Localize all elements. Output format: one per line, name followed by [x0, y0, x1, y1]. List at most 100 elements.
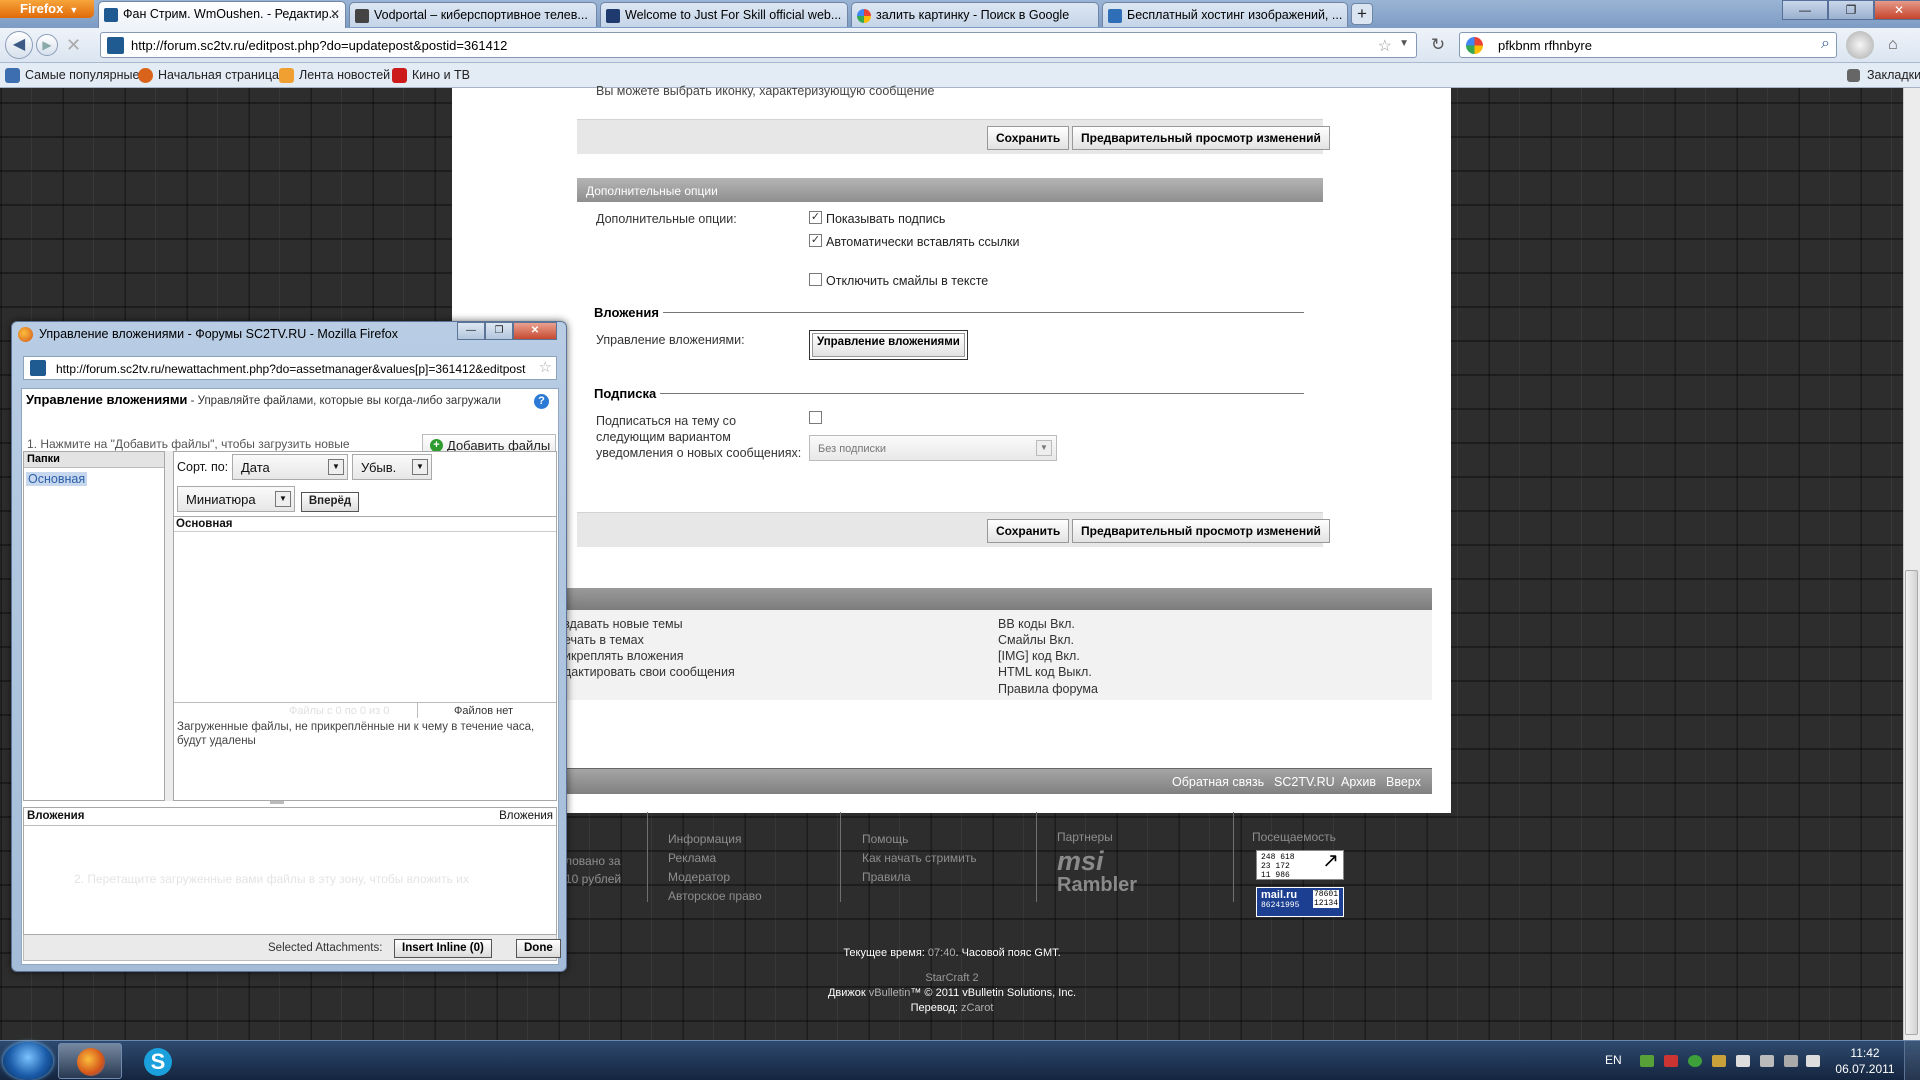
insert-inline-button[interactable]: Insert Inline (0): [394, 939, 492, 958]
taskbar-firefox[interactable]: [58, 1043, 122, 1079]
engine-credit: Движок vBulletin™ © 2011 vBulletin Solut…: [752, 987, 1152, 999]
rambler-logo[interactable]: Rambler: [1057, 874, 1137, 897]
bookmark-star-icon[interactable]: ☆: [536, 358, 552, 376]
bookmark-label: Лента новостей: [299, 68, 391, 82]
order-select[interactable]: Убыв. ▼: [352, 454, 432, 480]
sort-label: Сорт. по:: [177, 460, 229, 474]
vodportal-favicon-icon: [355, 9, 369, 23]
autolinks-checkbox[interactable]: ✓: [809, 234, 822, 247]
tab-1[interactable]: Vodportal – киберспортивное телев...: [349, 2, 597, 27]
windows-start-icon[interactable]: [3, 1042, 53, 1080]
home-icon[interactable]: ⌂: [1888, 36, 1898, 54]
minimize-icon[interactable]: —: [457, 322, 485, 340]
bookmark-start-page[interactable]: Начальная страница: [138, 68, 279, 83]
permission-item[interactable]: [IMG] код Вкл.: [998, 648, 1092, 664]
show-desktop-button[interactable]: [1904, 1041, 1920, 1080]
footer-link[interactable]: Как начать стримить: [862, 849, 977, 868]
firefox-icon: [18, 327, 33, 342]
permission-item[interactable]: Смайлы Вкл.: [998, 632, 1092, 648]
attachments-dropzone[interactable]: Вложения Вложения 2. Перетащите загружен…: [23, 807, 557, 935]
tray-speaker-icon[interactable]: [1806, 1055, 1820, 1067]
footer-separator: [840, 812, 841, 902]
bookmark-news-feed[interactable]: Лента новостей: [279, 68, 391, 83]
mailru-counter[interactable]: mail.ru 86241995 78601 12134: [1256, 887, 1344, 917]
footer-link[interactable]: Авторское право: [668, 887, 762, 906]
forward-arrow-icon[interactable]: ▶: [36, 34, 58, 56]
footer-link[interactable]: Реклама: [668, 849, 762, 868]
resize-grip-icon[interactable]: [270, 801, 284, 804]
bookmark-movies-tv[interactable]: Кино и ТВ: [392, 68, 470, 83]
maximize-icon[interactable]: ❐: [485, 322, 513, 340]
view-select[interactable]: Миниатюра ▼: [177, 486, 295, 512]
save-button[interactable]: Сохранить: [987, 126, 1070, 150]
new-tab-button[interactable]: +: [1351, 3, 1373, 25]
chevron-down-icon[interactable]: ▼: [1399, 38, 1409, 49]
system-clock[interactable]: 11:42 06.07.2011: [1830, 1045, 1900, 1077]
top-link[interactable]: Вверх: [1386, 775, 1421, 789]
language-indicator[interactable]: EN: [1605, 1053, 1622, 1067]
site-link[interactable]: SC2TV.RU: [1274, 775, 1335, 789]
search-input[interactable]: pfkbnm rfhnbyre ⌕: [1459, 32, 1837, 58]
addon-icon[interactable]: [1846, 31, 1874, 59]
tray-display-icon[interactable]: [1736, 1055, 1750, 1067]
tab-4[interactable]: Бесплатный хостинг изображений, ...: [1102, 2, 1348, 27]
feedback-link[interactable]: Обратная связь: [1172, 775, 1264, 789]
tray-network-icon[interactable]: [1640, 1055, 1654, 1067]
forum-rules-link[interactable]: Правила форума: [998, 682, 1098, 696]
done-button[interactable]: Done: [516, 939, 561, 958]
footer-link[interactable]: Модератор: [668, 868, 762, 887]
archive-link[interactable]: Архив: [1341, 775, 1376, 789]
save-button[interactable]: Сохранить: [987, 519, 1070, 543]
permission-item[interactable]: HTML код Выкл.: [998, 664, 1092, 680]
footer-link[interactable]: Информация: [668, 830, 762, 849]
taskbar-skype[interactable]: S: [125, 1043, 189, 1079]
close-window-icon[interactable]: ✕: [513, 322, 557, 340]
tab-0[interactable]: Фан Стрим. WmOushen. - Редактир... ✕: [98, 1, 346, 28]
bookmark-star-icon[interactable]: ☆: [1378, 36, 1392, 56]
help-icon[interactable]: ?: [534, 394, 549, 409]
minimize-icon[interactable]: —: [1782, 0, 1828, 20]
tab-3[interactable]: залить картинку - Поиск в Google: [851, 2, 1099, 27]
stop-icon[interactable]: ✕: [66, 35, 81, 56]
msi-logo[interactable]: msi: [1057, 846, 1104, 877]
tray-monitor-icon[interactable]: [1760, 1055, 1774, 1067]
permission-item[interactable]: BB коды Вкл.: [998, 616, 1092, 632]
subscribe-label-line: уведомления о новых сообщениях:: [596, 446, 802, 460]
signature-checkbox[interactable]: ✓: [809, 211, 822, 224]
close-tab-icon[interactable]: ✕: [330, 7, 340, 21]
reload-icon[interactable]: ↻: [1424, 32, 1452, 58]
firefox-menu-button[interactable]: Firefox ▼: [0, 0, 94, 18]
preview-button[interactable]: Предварительный просмотр изменений: [1072, 126, 1330, 150]
tray-flag-icon[interactable]: [1784, 1055, 1798, 1067]
autolinks-option-label: Автоматически вставлять ссылки: [826, 235, 1020, 249]
search-icon[interactable]: ⌕: [1821, 35, 1830, 53]
smilies-checkbox[interactable]: [809, 273, 822, 286]
bookmark-most-visited[interactable]: Самые популярные: [5, 68, 139, 83]
google-search-engine-icon[interactable]: [1466, 37, 1483, 54]
footer-link[interactable]: Помощь: [862, 830, 977, 849]
liveinternet-counter[interactable]: 248 618 23 172 11 986 ↗: [1256, 850, 1344, 880]
folder-item-main[interactable]: Основная: [26, 472, 88, 486]
subscription-select[interactable]: Без подписки ▼: [809, 435, 1057, 461]
close-window-icon[interactable]: ✕: [1874, 0, 1920, 20]
go-button[interactable]: Вперёд: [301, 492, 359, 512]
manage-attachments-button[interactable]: Управление вложениями: [809, 330, 968, 360]
url-bar[interactable]: http://forum.sc2tv.ru/editpost.php?do=up…: [100, 32, 1417, 58]
footer-col-info: Информация Реклама Модератор Авторское п…: [668, 830, 762, 906]
attachment-manager-window: Управление вложениями - Форумы SC2TV.RU …: [11, 321, 567, 972]
tab-2[interactable]: Welcome to Just For Skill official web..…: [600, 2, 848, 27]
subscribe-checkbox[interactable]: [809, 411, 822, 424]
scrollbar-thumb[interactable]: [1905, 570, 1918, 1035]
sort-select[interactable]: Дата ▼: [232, 454, 348, 480]
preview-button[interactable]: Предварительный просмотр изменений: [1072, 519, 1330, 543]
chevron-down-icon: ▼: [328, 459, 344, 475]
tray-volume-icon[interactable]: [1664, 1055, 1678, 1067]
tray-app-icon[interactable]: [1712, 1055, 1726, 1067]
bookmarks-menu[interactable]: Закладки: [1847, 68, 1920, 82]
back-arrow-icon[interactable]: ◀: [5, 31, 33, 59]
footer-link[interactable]: Правила: [862, 868, 977, 887]
tray-shield-icon[interactable]: [1688, 1055, 1702, 1067]
popup-url-bar[interactable]: http://forum.sc2tv.ru/newattachment.php?…: [23, 356, 557, 380]
maximize-icon[interactable]: ❐: [1828, 0, 1874, 20]
pane-splitter[interactable]: [165, 451, 173, 801]
